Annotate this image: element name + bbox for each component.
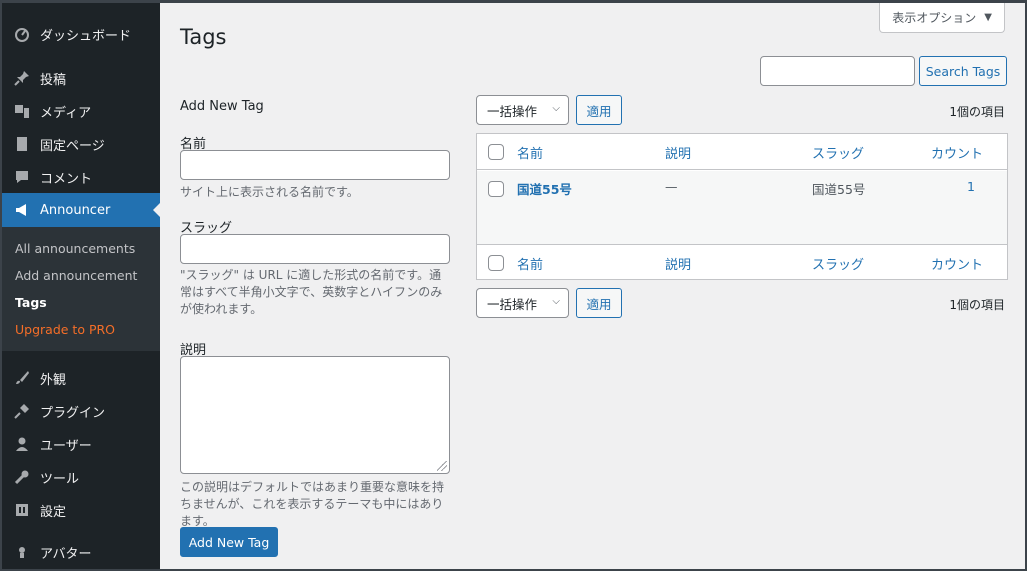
sidebar-item-tools[interactable]: ツール xyxy=(2,460,160,494)
sidebar-item-pages[interactable]: 固定ページ xyxy=(2,127,160,161)
table-header: 名前 説明 スラッグ カウント xyxy=(477,134,1007,170)
sidebar-item-label: ツール xyxy=(40,471,80,487)
tag-description-cell: — xyxy=(665,179,678,194)
sidebar-item-label: コメント xyxy=(40,171,93,187)
pushpin-icon xyxy=(12,68,32,88)
table-row: 国道55号 — 国道55号 1 xyxy=(477,171,1007,244)
settings-icon xyxy=(12,500,32,520)
column-count[interactable]: カウント xyxy=(931,143,983,162)
sidebar-item-comments[interactable]: コメント xyxy=(2,160,160,194)
bulk-actions-label: 一括操作 xyxy=(487,296,538,312)
search-input[interactable] xyxy=(760,56,915,86)
submenu-add-announcement[interactable]: Add announcement xyxy=(2,262,160,289)
name-help-text: サイト上に表示される名前です。 xyxy=(180,185,359,199)
column-name[interactable]: 名前 xyxy=(517,143,543,162)
plugin-icon xyxy=(12,401,32,421)
bulk-actions-select-bottom[interactable]: 一括操作 ⌵ xyxy=(476,288,569,318)
sidebar-item-avatar[interactable]: アバター xyxy=(2,535,160,569)
admin-sidebar: ダッシュボード 投稿 メディア 固定ページ コメント Announcer All… xyxy=(2,3,161,569)
sidebar-item-label: 固定ページ xyxy=(40,138,105,154)
column-description-footer[interactable]: 説明 xyxy=(665,254,691,273)
select-all-checkbox-footer[interactable] xyxy=(488,255,504,271)
column-slug-footer[interactable]: スラッグ xyxy=(812,254,864,273)
apply-button-bottom[interactable]: 適用 xyxy=(576,288,622,318)
wrench-icon xyxy=(12,467,32,487)
bulk-actions-label: 一括操作 xyxy=(487,103,538,119)
select-all-checkbox[interactable] xyxy=(488,144,504,160)
bulk-actions-select-top[interactable]: 一括操作 ⌵ xyxy=(476,95,569,125)
column-name-footer[interactable]: 名前 xyxy=(517,254,543,273)
table-footer: 名前 説明 スラッグ カウント xyxy=(477,244,1007,280)
sidebar-item-label: ダッシュボード xyxy=(40,28,132,44)
main-content: 表示オプション ▼ Tags Search Tags Add New Tag 名… xyxy=(160,3,1025,569)
media-icon xyxy=(12,101,32,121)
chevron-down-icon: ⌵ xyxy=(552,296,560,307)
dashboard-icon xyxy=(12,24,32,44)
search-tags-button[interactable]: Search Tags xyxy=(919,56,1007,86)
triangle-down-icon: ▼ xyxy=(984,12,992,23)
sidebar-item-appearance[interactable]: 外観 xyxy=(2,361,160,395)
sidebar-item-users[interactable]: ユーザー xyxy=(2,427,160,461)
sidebar-item-dashboard[interactable]: ダッシュボード xyxy=(2,17,160,51)
page-icon xyxy=(12,134,32,154)
tag-slug-input[interactable] xyxy=(180,234,450,264)
row-checkbox[interactable] xyxy=(488,181,504,197)
column-slug[interactable]: スラッグ xyxy=(812,143,864,162)
sidebar-item-label: Announcer xyxy=(40,202,111,218)
user-icon xyxy=(12,434,32,454)
page-title: Tags xyxy=(180,25,227,49)
form-heading: Add New Tag xyxy=(180,99,264,114)
sidebar-item-media[interactable]: メディア xyxy=(2,94,160,128)
sidebar-item-label: アバター xyxy=(40,546,92,562)
slug-help-text: "スラッグ" は URL に適した形式の名前です。通常はすべて半角小文字で、英数… xyxy=(180,268,443,316)
tag-name-link[interactable]: 国道55号 xyxy=(517,179,572,198)
tag-count-link[interactable]: 1 xyxy=(967,179,975,194)
sidebar-item-label: 設定 xyxy=(40,504,67,520)
items-count-bottom: 1個の項目 xyxy=(949,298,1005,312)
description-help-text: この説明はデフォルトではあまり重要な意味を持ちませんが、これを表示するテーマも中… xyxy=(180,480,445,528)
sidebar-item-announcer[interactable]: Announcer xyxy=(2,193,161,227)
brush-icon xyxy=(12,368,32,388)
sidebar-item-label: 外観 xyxy=(40,372,67,388)
tag-name-input[interactable] xyxy=(180,150,450,180)
resize-grip-icon[interactable] xyxy=(437,461,447,471)
submenu-upgrade-pro[interactable]: Upgrade to PRO xyxy=(2,316,160,343)
chevron-down-icon: ⌵ xyxy=(552,103,560,114)
comment-icon xyxy=(12,167,32,187)
items-count-top: 1個の項目 xyxy=(949,105,1005,119)
submenu-tags[interactable]: Tags xyxy=(2,289,160,316)
sidebar-item-label: プラグイン xyxy=(40,405,106,421)
sidebar-item-label: 投稿 xyxy=(40,72,67,88)
column-description[interactable]: 説明 xyxy=(665,143,691,162)
avatar-icon xyxy=(12,542,32,562)
sidebar-item-plugins[interactable]: プラグイン xyxy=(2,394,160,428)
submenu-all-announcements[interactable]: All announcements xyxy=(2,235,160,262)
tag-description-textarea[interactable] xyxy=(180,356,450,474)
add-new-tag-button[interactable]: Add New Tag xyxy=(180,527,278,557)
tag-slug-cell: 国道55号 xyxy=(812,182,866,197)
screen-options-button[interactable]: 表示オプション ▼ xyxy=(879,3,1005,33)
screen-options-label: 表示オプション xyxy=(892,11,977,25)
announcer-submenu: All announcements Add announcement Tags … xyxy=(2,227,160,351)
tags-table: 名前 説明 スラッグ カウント 国道55号 — 国道55号 1 名前 説明 スラ… xyxy=(476,133,1008,280)
admin-window: ダッシュボード 投稿 メディア 固定ページ コメント Announcer All… xyxy=(0,0,1027,571)
sidebar-item-posts[interactable]: 投稿 xyxy=(2,61,160,95)
sidebar-item-label: ユーザー xyxy=(40,438,92,454)
sidebar-item-settings[interactable]: 設定 xyxy=(2,493,160,527)
megaphone-icon xyxy=(12,200,32,220)
sidebar-item-label: メディア xyxy=(40,105,92,121)
apply-button-top[interactable]: 適用 xyxy=(576,95,622,125)
column-count-footer[interactable]: カウント xyxy=(931,254,983,273)
